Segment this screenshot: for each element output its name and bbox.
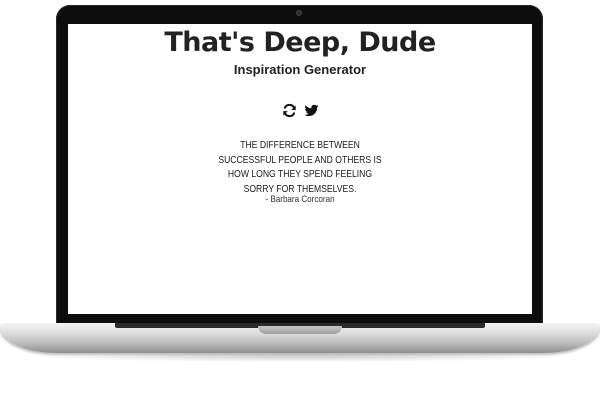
laptop-shadow: [30, 352, 570, 362]
quote-text: The difference between successful people…: [218, 139, 382, 195]
page-subtitle: Inspiration Generator: [233, 62, 367, 77]
webcam: [296, 10, 302, 16]
laptop-notch: [258, 326, 342, 334]
refresh-icon[interactable]: [281, 102, 297, 118]
twitter-icon[interactable]: [303, 102, 319, 118]
laptop-mockup: That's Deep, Dude Inspiration Generator …: [0, 0, 600, 415]
laptop-screen: That's Deep, Dude Inspiration Generator …: [68, 24, 532, 314]
quote-actions: [68, 102, 532, 118]
page-title: That's Deep, Dude: [164, 27, 436, 58]
quote-author: - Barbara Corcoran: [265, 194, 335, 205]
